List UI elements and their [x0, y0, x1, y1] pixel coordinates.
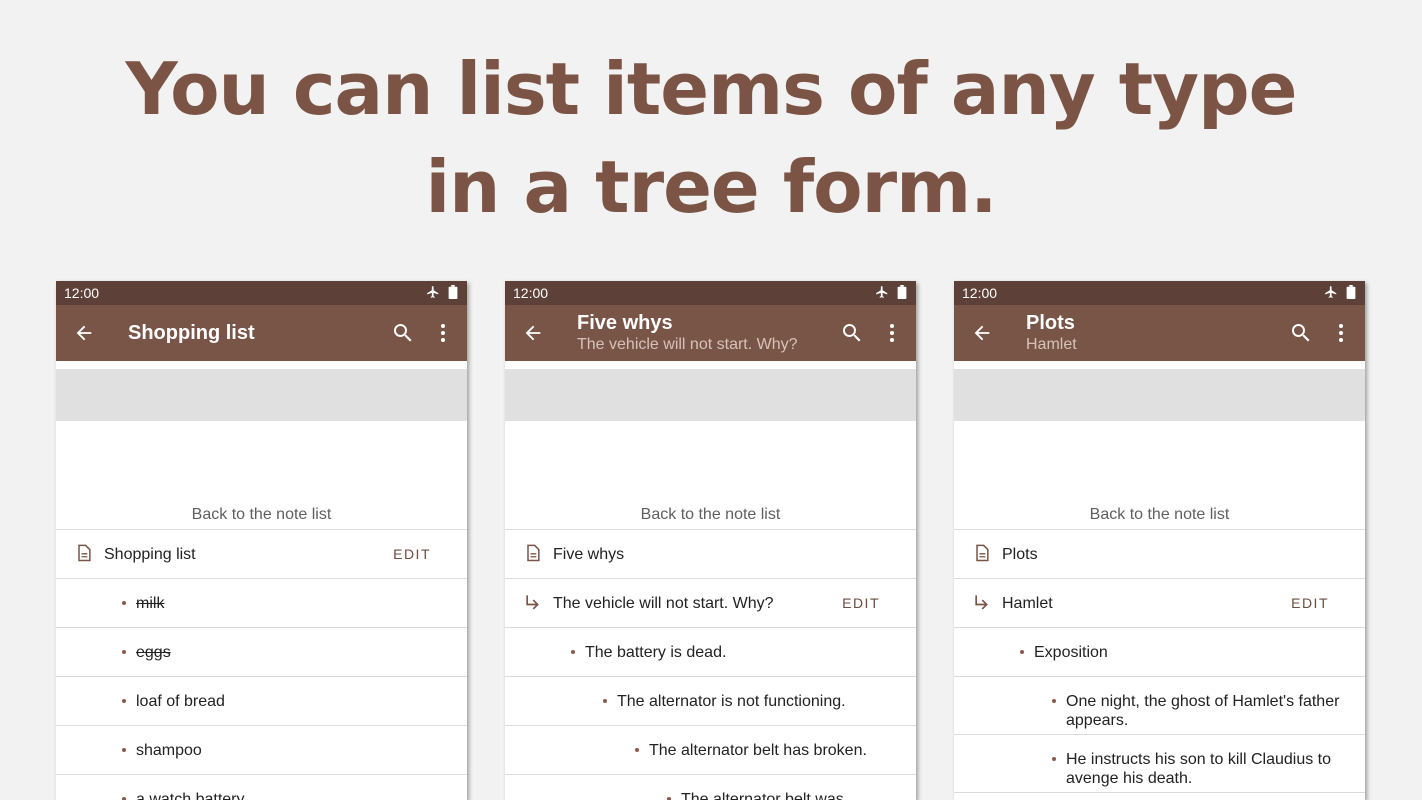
- app-bar: Shopping list: [56, 305, 467, 361]
- list-item-text: eggs: [136, 644, 171, 661]
- battery-icon: [1346, 284, 1356, 302]
- list-item[interactable]: Exposition: [954, 628, 1365, 677]
- note-title: Five whys: [553, 546, 625, 563]
- status-time: 12:00: [962, 285, 998, 301]
- back-to-note-list-link[interactable]: Back to the note list: [505, 421, 916, 530]
- list-item[interactable]: shampoo: [56, 726, 467, 775]
- bullet-icon: [122, 601, 126, 605]
- subnote-row[interactable]: The vehicle will not start. Why? EDIT: [505, 579, 916, 628]
- edit-button[interactable]: EDIT: [1291, 595, 1329, 611]
- search-icon[interactable]: [840, 321, 864, 345]
- airplane-mode-icon: [875, 285, 889, 302]
- phone-screen-plots: 12:00 Plots Hamlet Back to the note list: [954, 281, 1365, 800]
- list-item[interactable]: eggs: [56, 628, 467, 677]
- list-item[interactable]: a watch battery: [56, 775, 467, 800]
- app-bar-title: Five whys: [577, 312, 673, 334]
- status-time: 12:00: [513, 285, 549, 301]
- edit-button[interactable]: EDIT: [842, 595, 880, 611]
- bullet-icon: [122, 650, 126, 654]
- app-bar-title: Plots: [1026, 312, 1075, 334]
- bullet-icon: [603, 699, 607, 703]
- status-bar: 12:00: [56, 281, 467, 305]
- note-row[interactable]: Five whys: [505, 530, 916, 579]
- gray-band: [505, 369, 916, 421]
- phone-screen-five-whys: 12:00 Five whys The vehicle will not sta…: [505, 281, 916, 800]
- subnote-title: The vehicle will not start. Why?: [553, 595, 774, 612]
- back-to-note-list-link[interactable]: Back to the note list: [954, 421, 1365, 530]
- list-item-text: loaf of bread: [136, 693, 225, 710]
- app-bar: Plots Hamlet: [954, 305, 1365, 361]
- list-item-text: a watch battery: [136, 791, 245, 800]
- bullet-icon: [1020, 650, 1024, 654]
- bullet-icon: [1052, 757, 1056, 761]
- back-arrow-icon[interactable]: [954, 305, 1010, 361]
- list-item-text: One night, the ghost of Hamlet's father …: [1066, 693, 1340, 729]
- list-item-text: He instructs his son to kill Claudius to…: [1066, 751, 1331, 787]
- airplane-mode-icon: [426, 285, 440, 302]
- headline-line-1: You can list items of any type: [125, 47, 1298, 131]
- headline: You can list items of any type in a tree…: [0, 40, 1422, 236]
- back-arrow-icon[interactable]: [56, 305, 112, 361]
- search-icon[interactable]: [1289, 321, 1313, 345]
- list-item[interactable]: loaf of bread: [56, 677, 467, 726]
- list-item-text: milk: [136, 595, 165, 612]
- status-time: 12:00: [64, 285, 100, 301]
- list-item[interactable]: One night, the ghost of Hamlet's father …: [954, 677, 1365, 735]
- list-item[interactable]: The alternator belt was beyond: [505, 775, 916, 800]
- list-item[interactable]: He instructs his son to kill Claudius to…: [954, 735, 1365, 793]
- list-item-text: The alternator belt was beyond: [681, 791, 844, 800]
- note-title: Plots: [1002, 546, 1038, 563]
- app-bar-title: Shopping list: [128, 322, 255, 344]
- note-icon: [972, 543, 992, 563]
- battery-icon: [897, 284, 907, 302]
- note-icon: [74, 543, 94, 563]
- app-bar-subtitle: Hamlet: [1026, 336, 1077, 353]
- list-item-text: The alternator belt has broken.: [649, 742, 867, 759]
- bullet-icon: [122, 699, 126, 703]
- more-options-icon[interactable]: [431, 321, 455, 345]
- list-item[interactable]: milk: [56, 579, 467, 628]
- list-item-text: Exposition: [1034, 644, 1108, 661]
- bullet-icon: [122, 748, 126, 752]
- app-bar-subtitle: The vehicle will not start. Why?: [577, 336, 798, 353]
- list-item-text: The battery is dead.: [585, 644, 727, 661]
- list-item[interactable]: The battery is dead.: [505, 628, 916, 677]
- note-icon: [523, 543, 543, 563]
- more-options-icon[interactable]: [880, 321, 904, 345]
- bullet-icon: [1052, 699, 1056, 703]
- gray-band: [56, 369, 467, 421]
- bullet-icon: [635, 748, 639, 752]
- note-row[interactable]: Plots: [954, 530, 1365, 579]
- more-options-icon[interactable]: [1329, 321, 1353, 345]
- gray-band: [954, 369, 1365, 421]
- status-bar: 12:00: [505, 281, 916, 305]
- back-to-note-list-link[interactable]: Back to the note list: [56, 421, 467, 530]
- bullet-icon: [571, 650, 575, 654]
- note-row[interactable]: Shopping list EDIT: [56, 530, 467, 579]
- status-bar: 12:00: [954, 281, 1365, 305]
- battery-icon: [448, 284, 458, 302]
- subnote-title: Hamlet: [1002, 595, 1053, 612]
- note-title: Shopping list: [104, 546, 196, 563]
- search-icon[interactable]: [391, 321, 415, 345]
- list-item[interactable]: The alternator is not functioning.: [505, 677, 916, 726]
- list-item-text: The alternator is not functioning.: [617, 693, 846, 710]
- airplane-mode-icon: [1324, 285, 1338, 302]
- phone-screen-shopping-list: 12:00 Shopping list Back to the note lis…: [56, 281, 467, 800]
- list-item-text: shampoo: [136, 742, 202, 759]
- list-item[interactable]: The alternator belt has broken.: [505, 726, 916, 775]
- edit-button[interactable]: EDIT: [393, 546, 431, 562]
- subdirectory-arrow-icon: [523, 592, 543, 612]
- subdirectory-arrow-icon: [972, 592, 992, 612]
- headline-line-2: in a tree form.: [425, 145, 998, 229]
- app-bar: Five whys The vehicle will not start. Wh…: [505, 305, 916, 361]
- subnote-row[interactable]: Hamlet EDIT: [954, 579, 1365, 628]
- back-arrow-icon[interactable]: [505, 305, 561, 361]
